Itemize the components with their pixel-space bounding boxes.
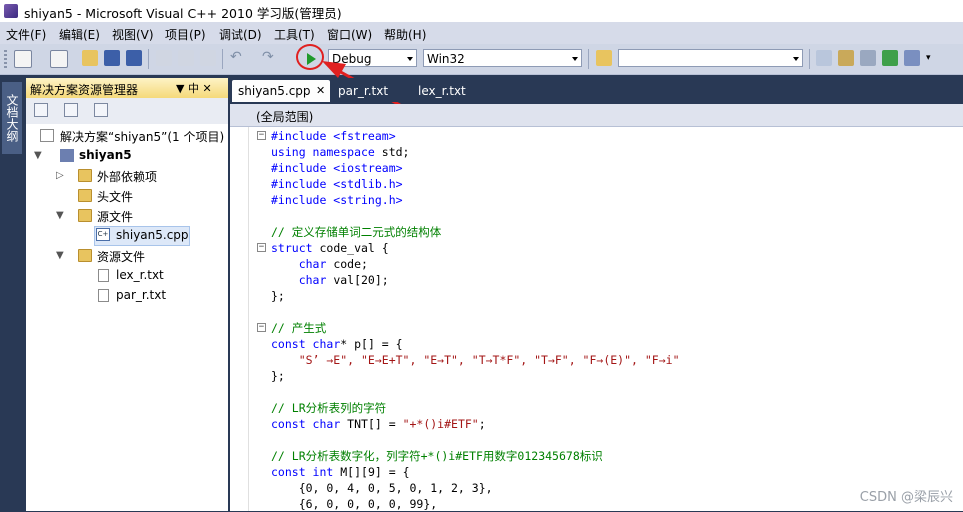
code-line: const char TNT[] = "+*()i#ETF"; bbox=[271, 417, 486, 431]
tree-source-file[interactable]: shiyan5.cpp bbox=[116, 228, 189, 242]
folder-icon bbox=[78, 169, 92, 182]
code-line: // 定义存储单词二元式的结构体 bbox=[271, 225, 442, 239]
document-outline-tab[interactable]: 文档大纲 bbox=[2, 82, 22, 154]
view-code-icon[interactable] bbox=[94, 103, 108, 117]
cpp-file-icon: C+ bbox=[96, 228, 110, 241]
tree-header-files[interactable]: 头文件 bbox=[97, 188, 133, 205]
document-tabs: shiyan5.cpp ✕ par_r.txt lex_r.txt bbox=[230, 78, 963, 102]
tree-resource-files[interactable]: 资源文件 bbox=[97, 248, 145, 265]
solution-explorer-title: 解决方案资源管理器 bbox=[30, 83, 139, 97]
editor-gutter bbox=[230, 127, 249, 511]
solution-explorer-header: 解决方案资源管理器 ▼ 中 ✕ bbox=[26, 78, 228, 98]
properties-icon[interactable] bbox=[34, 103, 48, 117]
folder-icon bbox=[78, 189, 92, 202]
code-line: #include <string.h> bbox=[271, 193, 403, 207]
code-line: }; bbox=[271, 289, 285, 303]
code-editor[interactable]: − #include <fstream> using namespace std… bbox=[230, 127, 963, 511]
fold-toggle[interactable]: − bbox=[257, 323, 266, 332]
code-line: char code; bbox=[271, 257, 368, 271]
fold-toggle[interactable]: − bbox=[257, 243, 266, 252]
watermark: CSDN @梁辰兴 bbox=[859, 490, 953, 505]
code-line: // LR分析表列的字符 bbox=[271, 401, 387, 415]
fold-toggle[interactable]: − bbox=[257, 131, 266, 140]
code-line: // 产生式 bbox=[271, 321, 327, 335]
tree-resource-file-1[interactable]: lex_r.txt bbox=[116, 268, 164, 282]
chevron-down-icon[interactable]: ▼ bbox=[56, 250, 64, 261]
show-all-files-icon[interactable] bbox=[64, 103, 78, 117]
project-icon bbox=[60, 149, 74, 162]
code-line: "S’ →E", "E→E+T", "E→T", "T→T*F", "T→F",… bbox=[271, 353, 680, 367]
code-line: const int M[][9] = { bbox=[271, 465, 410, 479]
tree-solution[interactable]: 解决方案“shiyan5”(1 个项目) bbox=[60, 128, 224, 145]
folder-icon bbox=[78, 249, 92, 262]
text-file-icon bbox=[98, 289, 109, 302]
scope-bar[interactable]: (全局范围) bbox=[230, 104, 963, 127]
close-icon[interactable]: ✕ bbox=[316, 80, 325, 102]
code-line: }; bbox=[271, 369, 285, 383]
chevron-down-icon[interactable]: ▼ bbox=[34, 150, 42, 161]
solution-icon bbox=[40, 129, 54, 142]
text-file-icon bbox=[98, 269, 109, 282]
tab-label: lex_r.txt bbox=[418, 84, 466, 98]
tab-lex-r-txt[interactable]: lex_r.txt bbox=[418, 80, 466, 102]
tree-external-deps[interactable]: 外部依赖项 bbox=[97, 168, 157, 185]
scope-dropdown[interactable]: (全局范围) bbox=[256, 108, 313, 125]
solution-explorer-panel: 解决方案资源管理器 ▼ 中 ✕ 解决方案“shiyan5”(1 个项目) ▼ s… bbox=[26, 78, 228, 511]
tab-label: par_r.txt bbox=[338, 84, 389, 98]
code-line: #include <iostream> bbox=[271, 161, 403, 175]
tree-project[interactable]: shiyan5 bbox=[79, 148, 132, 162]
chevron-right-icon[interactable]: ▷ bbox=[56, 170, 64, 181]
folder-icon bbox=[78, 209, 92, 222]
tree-source-files[interactable]: 源文件 bbox=[97, 208, 133, 225]
code-line: #include <stdlib.h> bbox=[271, 177, 403, 191]
tab-label: shiyan5.cpp bbox=[238, 84, 311, 98]
code-line: {6, 0, 0, 0, 0, 99}, bbox=[271, 497, 438, 511]
tree-resource-file-2[interactable]: par_r.txt bbox=[116, 288, 166, 302]
code-line: char val[20]; bbox=[271, 273, 389, 287]
code-line: const char* p[] = { bbox=[271, 337, 403, 351]
chevron-down-icon[interactable]: ▼ bbox=[56, 210, 64, 221]
code-line: // LR分析表数字化，列字符+*()i#ETF用数字012345678标识 bbox=[271, 449, 603, 463]
annotation-arrow-head bbox=[322, 61, 346, 78]
tab-par-r-txt[interactable]: par_r.txt bbox=[338, 80, 388, 102]
code-line: struct code_val { bbox=[271, 241, 389, 255]
code-line: using namespace std; bbox=[271, 145, 410, 159]
left-dock-strip: 文档大纲 bbox=[0, 78, 24, 511]
code-line: #include <fstream> bbox=[271, 129, 396, 143]
solution-explorer-toolbar bbox=[26, 98, 228, 124]
panel-controls[interactable]: ▼ 中 ✕ bbox=[176, 80, 212, 96]
code-line: {0, 0, 4, 0, 5, 0, 1, 2, 3}, bbox=[271, 481, 493, 495]
tab-shiyan5-cpp[interactable]: shiyan5.cpp ✕ bbox=[232, 80, 330, 102]
